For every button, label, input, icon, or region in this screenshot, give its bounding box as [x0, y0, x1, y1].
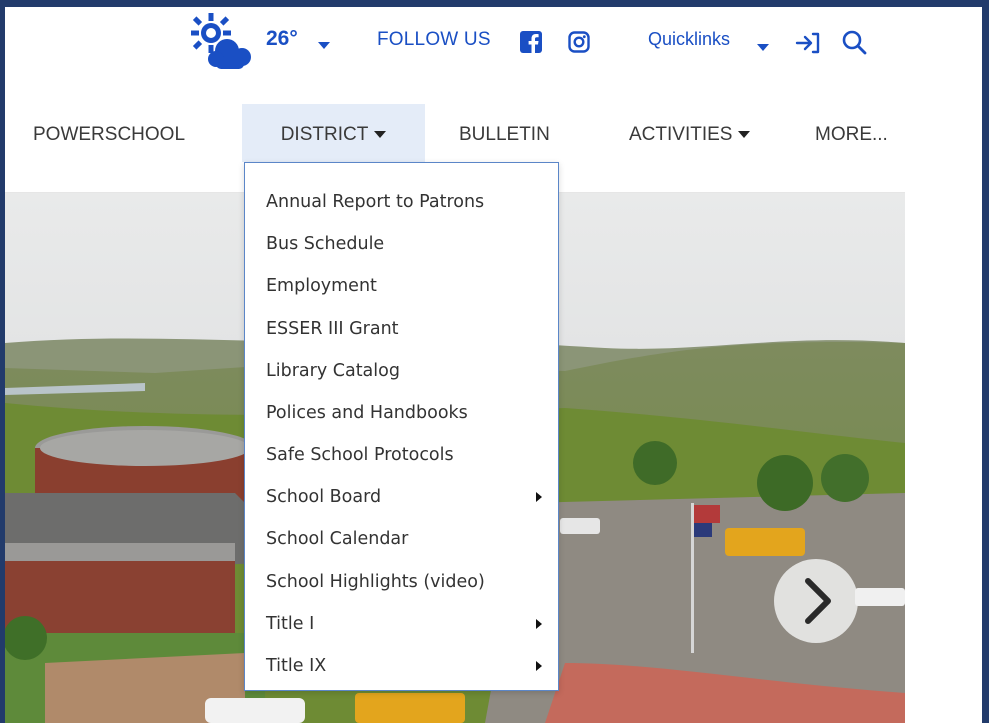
nav-item-powerschool[interactable]: POWERSCHOOL [33, 104, 185, 162]
menu-item-label: ESSER III Grant [266, 319, 399, 339]
nav-item-more[interactable]: MORE... [815, 104, 888, 162]
partly-cloudy-icon [191, 13, 251, 69]
menu-item-bus-schedule[interactable]: Bus Schedule [266, 223, 552, 265]
menu-item-safe-school-protocols[interactable]: Safe School Protocols [266, 434, 552, 476]
menu-item-school-highlights[interactable]: School Highlights (video) [266, 561, 552, 603]
nav-item-label: DISTRICT [280, 124, 369, 145]
district-dropdown-menu: Annual Report to Patrons Bus Schedule Em… [244, 162, 559, 691]
menu-item-label: School Board [266, 487, 382, 507]
temperature-label[interactable]: 26° [266, 27, 298, 51]
instagram-icon[interactable] [568, 31, 590, 53]
follow-us-label: FOLLOW US [377, 29, 491, 50]
chevron-right-icon [805, 578, 831, 624]
slider-next-button[interactable] [774, 559, 858, 643]
menu-item-label: Safe School Protocols [266, 445, 454, 465]
chevron-down-icon[interactable] [757, 39, 769, 57]
menu-item-label: Library Catalog [266, 361, 400, 381]
menu-item-label: Annual Report to Patrons [266, 192, 485, 212]
login-icon[interactable] [795, 32, 821, 54]
menu-item-school-board[interactable]: School Board [266, 476, 552, 518]
quicklinks-menu[interactable]: Quicklinks [648, 29, 730, 50]
menu-item-esser-grant[interactable]: ESSER III Grant [266, 308, 552, 350]
chevron-down-icon [374, 124, 387, 145]
chevron-down-icon[interactable] [318, 37, 330, 55]
page: 26° FOLLOW US Quicklinks POWERSCHOOL DIS… [5, 7, 982, 723]
menu-item-label: Title I [266, 614, 315, 634]
facebook-icon[interactable] [520, 31, 542, 53]
menu-item-label: Bus Schedule [266, 234, 385, 254]
menu-item-policies-handbooks[interactable]: Polices and Handbooks [266, 392, 552, 434]
submenu-arrow-icon [536, 619, 542, 629]
page-margin [905, 193, 982, 723]
menu-item-label: Employment [266, 276, 377, 296]
utility-bar: 26° FOLLOW US Quicklinks [5, 7, 982, 82]
menu-item-school-calendar[interactable]: School Calendar [266, 518, 552, 560]
menu-item-title-ix[interactable]: Title IX [266, 645, 552, 687]
menu-item-label: Polices and Handbooks [266, 403, 468, 423]
menu-item-label: School Highlights (video) [266, 572, 485, 592]
nav-item-district[interactable]: DISTRICT [242, 104, 425, 162]
nav-item-activities[interactable]: ACTIVITIES [629, 104, 751, 162]
menu-item-label: Title IX [266, 656, 327, 676]
search-icon[interactable] [841, 29, 867, 55]
nav-item-label: ACTIVITIES [629, 124, 733, 145]
menu-item-employment[interactable]: Employment [266, 265, 552, 307]
menu-item-annual-report[interactable]: Annual Report to Patrons [266, 181, 552, 223]
nav-item-bulletin[interactable]: BULLETIN [459, 104, 550, 162]
menu-item-title-i[interactable]: Title I [266, 603, 552, 645]
chevron-down-icon [738, 124, 751, 145]
submenu-arrow-icon [536, 661, 542, 671]
menu-item-label: School Calendar [266, 529, 409, 549]
submenu-arrow-icon [536, 492, 542, 502]
menu-item-library-catalog[interactable]: Library Catalog [266, 350, 552, 392]
